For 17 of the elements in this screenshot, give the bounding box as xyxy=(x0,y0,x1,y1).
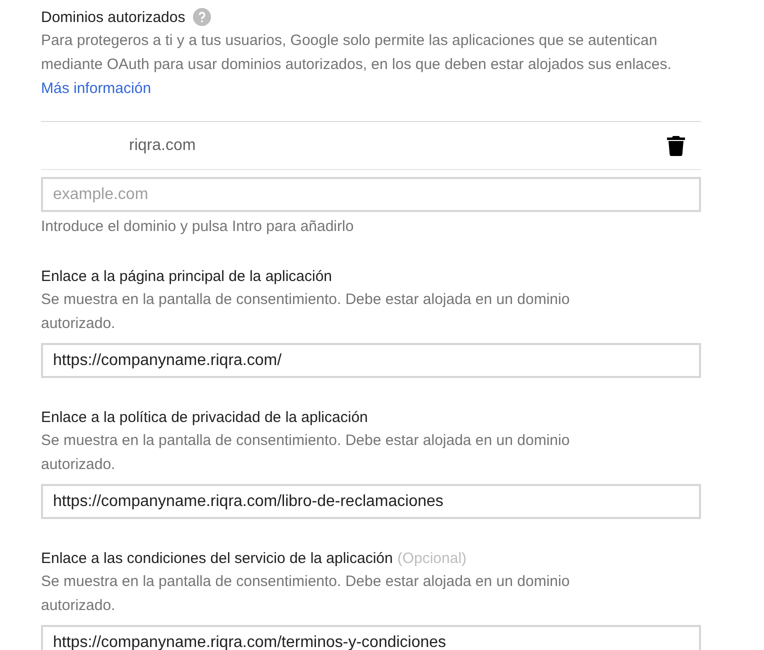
optional-note: (Opcional) xyxy=(397,550,467,567)
url-input[interactable]: https://companyname.riqra.com/ xyxy=(41,343,701,378)
description: Para protegeros a ti y a tus usuarios, Google solo permite las aplicaciones que se autentican mediante OAuth para usar dominios autorizados, en los que deben estar alojados sus enlaces. Más información xyxy=(41,31,672,99)
field-label: Enlace a la página principal de la aplicación xyxy=(41,268,332,285)
delete-icon[interactable] xyxy=(667,136,685,156)
field-label: Enlace a las condiciones del servicio de la aplicación xyxy=(41,550,393,567)
field-description: Se muestra en la pantalla de consentimiento. Debe estar alojada en un dominio autorizado. xyxy=(41,431,571,475)
more-info-link[interactable]: Más información xyxy=(41,80,152,97)
url-input[interactable]: https://companyname.riqra.com/terminos-y-condiciones xyxy=(41,625,701,650)
hint-text: Introduce el dominio y pulsa Intro para añadirlo xyxy=(41,217,355,237)
url-input[interactable]: https://companyname.riqra.com/libro-de-reclamaciones xyxy=(41,484,701,519)
field-label: Enlace a la política de privacidad de la aplicación xyxy=(41,409,368,426)
field-description: Se muestra en la pantalla de consentimiento. Debe estar alojada en un dominio autorizado. xyxy=(41,290,571,334)
domain-input[interactable]: example.com xyxy=(41,177,701,212)
section-title: Dominios autorizados xyxy=(41,8,186,26)
field-description: Se muestra en la pantalla de consentimiento. Debe estar alojada en un dominio autorizado. xyxy=(41,572,571,616)
domain-name: riqra.com xyxy=(129,136,196,154)
